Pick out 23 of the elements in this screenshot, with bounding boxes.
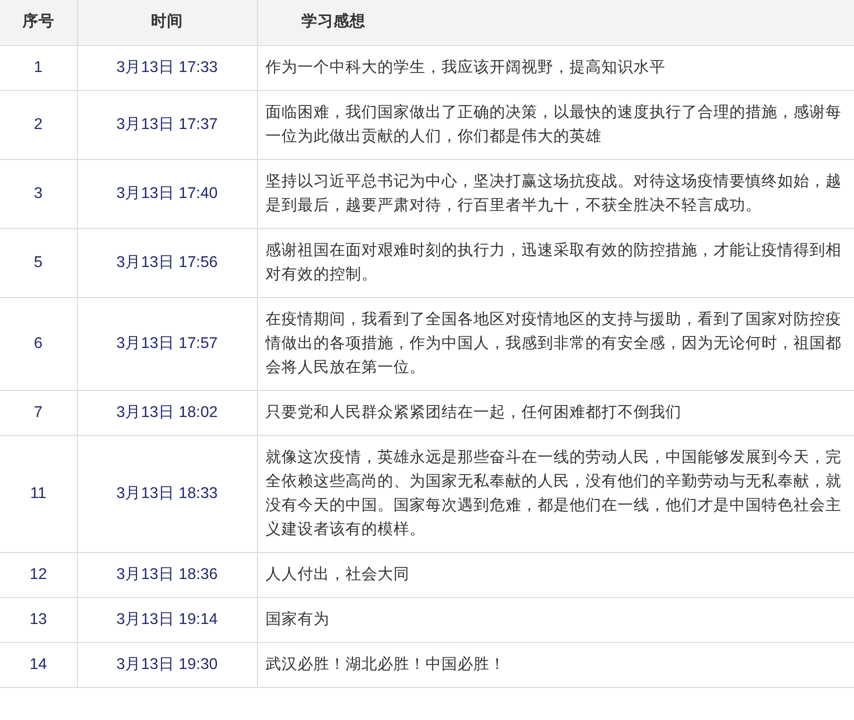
table-cell: 3月13日 19:14 — [77, 597, 257, 642]
table-cell: 7 — [0, 390, 77, 435]
table-cell: 12 — [0, 552, 77, 597]
table-cell: 2 — [0, 90, 77, 159]
table-cell: 11 — [0, 435, 77, 552]
table-cell: 6 — [0, 297, 77, 390]
table-cell: 13 — [0, 597, 77, 642]
column-header: 学习感想 — [257, 0, 854, 45]
table-cell: 14 — [0, 642, 77, 687]
table-cell: 3 — [0, 159, 77, 228]
table-cell: 3月13日 17:33 — [77, 45, 257, 90]
table-cell: 3月13日 17:56 — [77, 228, 257, 297]
column-header: 序号 — [0, 0, 77, 45]
column-header: 时间 — [77, 0, 257, 45]
table-cell: 3月13日 18:02 — [77, 390, 257, 435]
table-cell: 3月13日 17:57 — [77, 297, 257, 390]
table-cell: 3月13日 17:37 — [77, 90, 257, 159]
table-cell: 3月13日 18:36 — [77, 552, 257, 597]
table-cell: 3月13日 19:30 — [77, 642, 257, 687]
table-cell: 5 — [0, 228, 77, 297]
table-cell: 3月13日 18:33 — [77, 435, 257, 552]
table-cell: 3月13日 17:40 — [77, 159, 257, 228]
table-cell: 1 — [0, 45, 77, 90]
